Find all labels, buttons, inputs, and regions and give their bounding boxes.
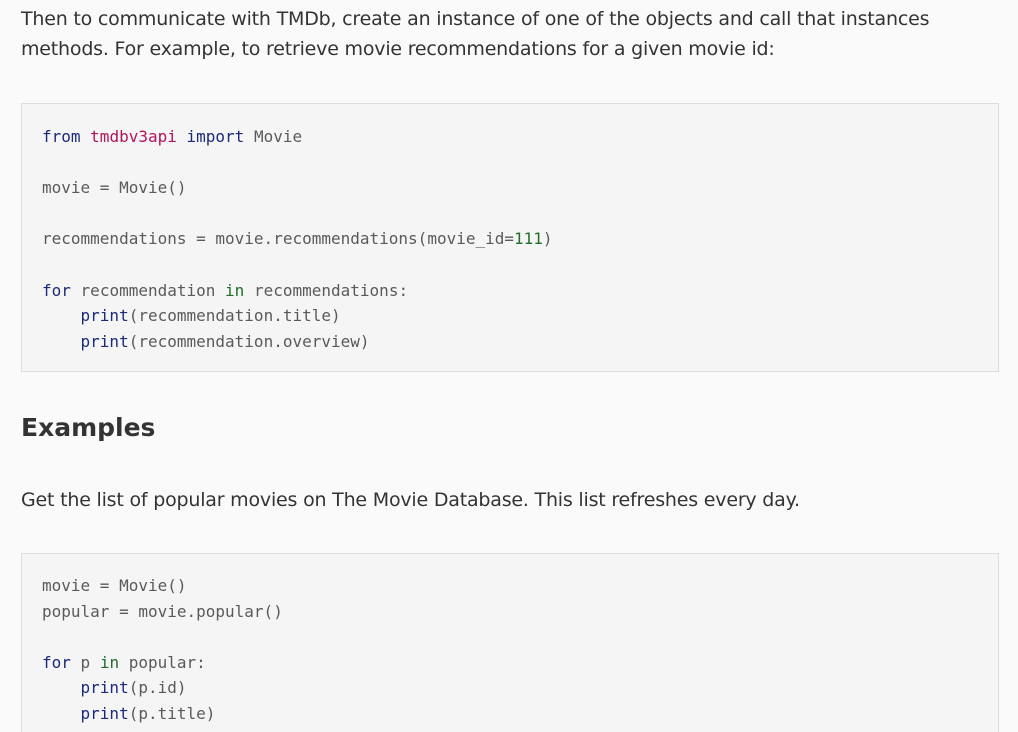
code-line-movie-instance: movie = Movie() — [42, 178, 187, 198]
code-line-print-id: print(p.id) — [42, 675, 978, 701]
examples-heading: Examples — [21, 413, 156, 442]
print-function: print — [80, 331, 129, 351]
code-line-print-title: print(p.title) — [42, 701, 978, 727]
code-line-popular-call: popular = movie.popular() — [42, 601, 283, 621]
code-line-print-overview: print(recommendation.overview) — [42, 329, 978, 355]
keyword-for: for — [42, 280, 71, 300]
module-name: tmdbv3api — [90, 127, 177, 146]
keyword-in: in — [99, 652, 120, 672]
keyword-for: for — [42, 652, 71, 672]
keyword-from: from — [42, 127, 81, 146]
recommendations-call-close: ) — [542, 229, 553, 249]
print-args: (p.title) — [128, 703, 216, 723]
print-args: (p.id) — [128, 678, 187, 698]
print-args: (recommendation.overview) — [128, 331, 370, 351]
import-name: Movie — [253, 127, 303, 146]
print-function: print — [80, 306, 129, 326]
code-line-for-loop: for recommendation in recommendations: — [42, 278, 978, 304]
code-line-for-loop: for p in popular: — [42, 650, 978, 676]
print-function: print — [80, 703, 129, 723]
recommendations-call-text: recommendations = movie.recommendations(… — [42, 229, 515, 249]
code-block-popular: movie = Movie() popular = movie.popular(… — [21, 553, 999, 732]
code-line-import: from tmdbv3api import Movie — [42, 124, 978, 150]
keyword-import: import — [186, 127, 245, 146]
loop-iterable: popular: — [128, 652, 206, 672]
examples-description: Get the list of popular movies on The Mo… — [21, 489, 800, 511]
keyword-in: in — [225, 280, 245, 300]
code-line-print-title: print(recommendation.title) — [42, 303, 978, 329]
loop-variable: p — [80, 652, 91, 672]
code-block-recommendations: from tmdbv3api import Movie movie = Movi… — [21, 103, 999, 372]
movie-id-number: 111 — [514, 229, 543, 249]
intro-paragraph: Then to communicate with TMDb, create an… — [21, 8, 930, 60]
print-args: (recommendation.title) — [128, 306, 341, 326]
code-line-movie-instance: movie = Movie() — [42, 576, 187, 595]
code-line-recommendations-call: recommendations = movie.recommendations(… — [42, 226, 978, 252]
loop-iterable: recommendations: — [253, 280, 409, 300]
loop-variable: recommendation — [80, 280, 216, 300]
print-function: print — [80, 678, 129, 698]
